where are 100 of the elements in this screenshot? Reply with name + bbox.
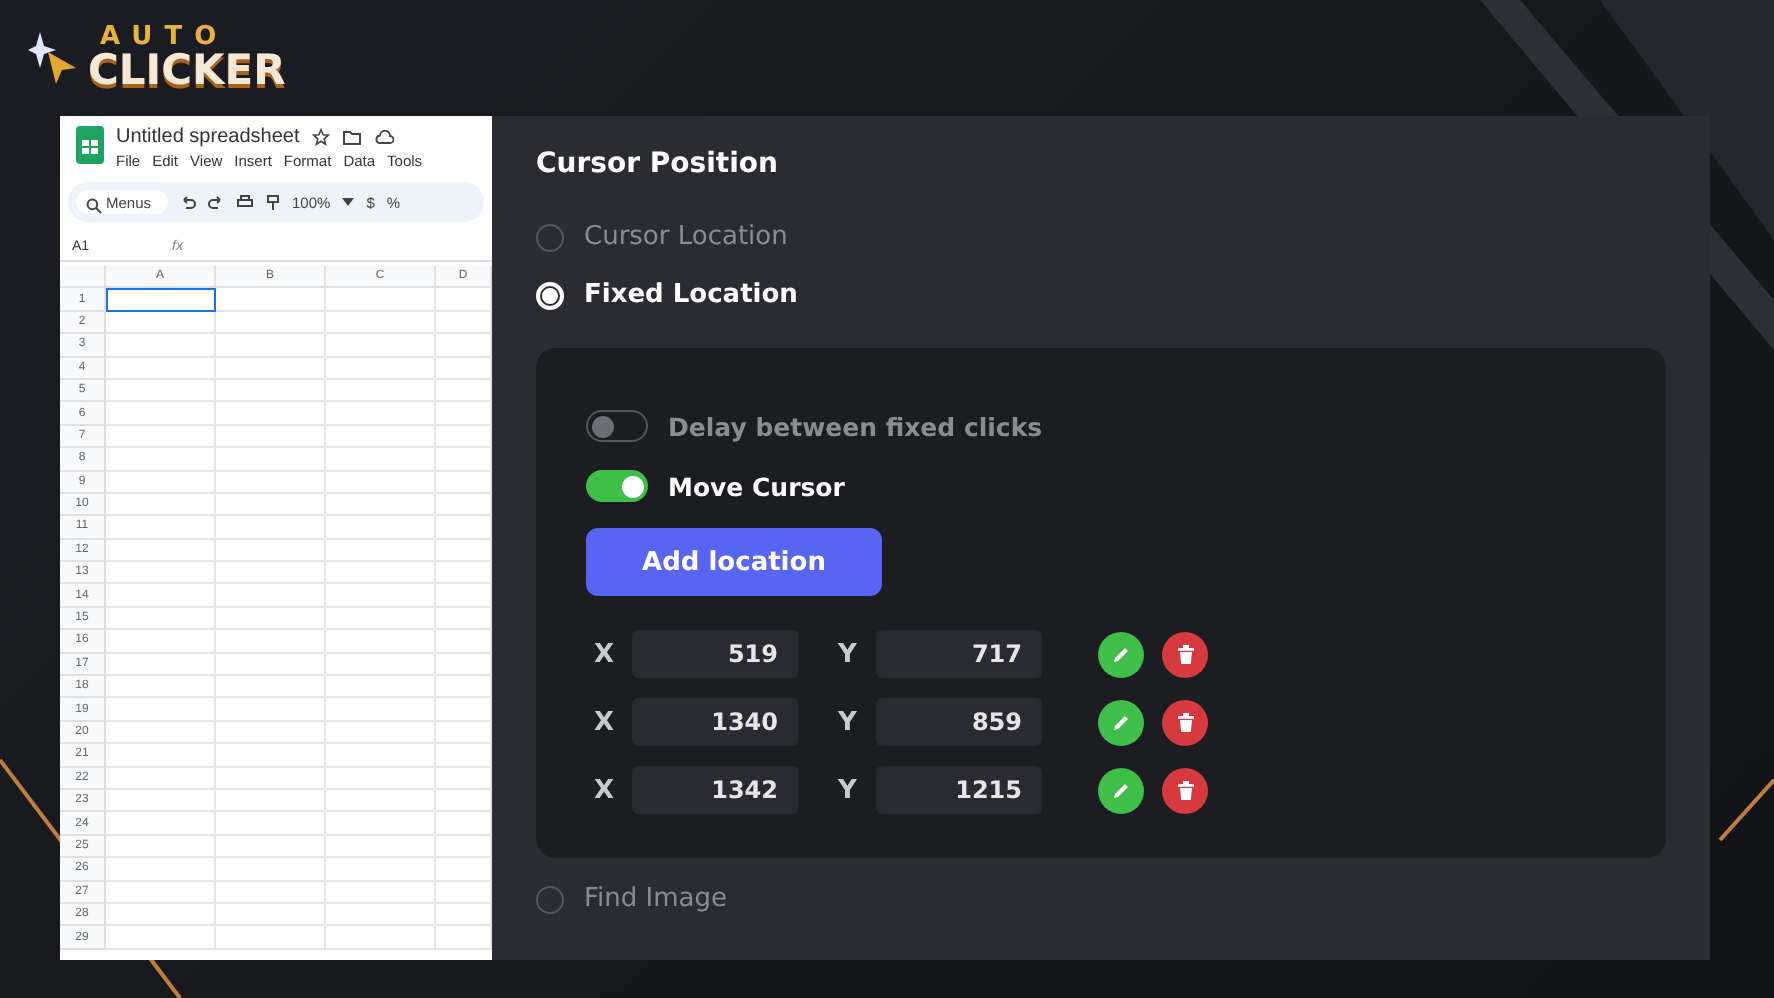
sheet-cell[interactable] xyxy=(106,539,216,563)
sheet-cell[interactable] xyxy=(326,448,436,472)
sheet-cell[interactable] xyxy=(216,630,326,654)
print-icon[interactable] xyxy=(236,194,254,210)
sheet-cell[interactable] xyxy=(216,607,326,631)
sheet-cell[interactable] xyxy=(106,858,216,882)
sheet-cell[interactable] xyxy=(326,789,436,813)
sheet-cell[interactable] xyxy=(216,721,326,745)
add-location-button[interactable]: Add location xyxy=(586,528,882,596)
sheet-cell[interactable] xyxy=(106,402,216,426)
sheet-cell[interactable] xyxy=(216,448,326,472)
sheet-cell[interactable] xyxy=(106,789,216,813)
sheet-cell[interactable] xyxy=(106,288,216,312)
sheet-cell[interactable] xyxy=(326,425,436,449)
sheet-cell[interactable] xyxy=(106,357,216,380)
sheet-cell[interactable] xyxy=(326,698,436,722)
sheet-cell[interactable] xyxy=(216,789,326,813)
folder-icon[interactable] xyxy=(341,129,362,145)
document-title[interactable]: Untitled spreadsheet xyxy=(116,126,300,148)
sheet-cell[interactable] xyxy=(106,607,216,631)
sheet-cell[interactable] xyxy=(216,744,326,768)
caret-icon[interactable] xyxy=(342,198,355,206)
sheet-cell[interactable] xyxy=(106,676,216,699)
sheet-cell[interactable] xyxy=(326,926,436,950)
toggle-switch[interactable] xyxy=(586,410,648,442)
sheet-cell[interactable] xyxy=(326,812,436,836)
sheet-cell[interactable] xyxy=(326,653,436,677)
sheet-cell[interactable] xyxy=(216,584,326,608)
sheet-cell[interactable] xyxy=(326,379,436,403)
sheet-cell[interactable] xyxy=(216,767,326,790)
sheet-cell[interactable] xyxy=(326,516,436,540)
sheet-cell[interactable] xyxy=(326,835,436,859)
delete-button[interactable] xyxy=(1162,767,1208,813)
sheet-cell[interactable] xyxy=(106,721,216,745)
radio-button[interactable] xyxy=(536,223,564,251)
sheet-cell[interactable] xyxy=(326,471,436,494)
sheet-cell[interactable] xyxy=(106,835,216,859)
sheet-cell[interactable] xyxy=(326,334,436,358)
sheet-cell[interactable] xyxy=(106,881,216,904)
sheet-cell[interactable] xyxy=(326,676,436,699)
sheet-cell[interactable] xyxy=(326,721,436,745)
sheet-cell[interactable] xyxy=(326,402,436,426)
sheet-cell[interactable] xyxy=(216,562,326,585)
edit-button[interactable] xyxy=(1098,767,1144,813)
sheet-cell[interactable] xyxy=(216,379,326,403)
sheet-cell[interactable] xyxy=(106,630,216,654)
sheet-cell[interactable] xyxy=(326,288,436,312)
sheet-cell[interactable] xyxy=(106,334,216,358)
sheet-cell[interactable] xyxy=(326,744,436,768)
sheet-cell[interactable] xyxy=(216,539,326,563)
radio-option[interactable]: Find Image xyxy=(536,870,1666,928)
sheet-cell[interactable] xyxy=(106,516,216,540)
sheet-cell[interactable] xyxy=(326,767,436,790)
sheet-cell[interactable] xyxy=(216,425,326,449)
sheet-cell[interactable] xyxy=(326,311,436,335)
paint-roller-icon[interactable] xyxy=(266,193,280,211)
sheet-cell[interactable] xyxy=(216,835,326,859)
sheet-cell[interactable] xyxy=(216,516,326,540)
sheet-cell[interactable] xyxy=(326,584,436,608)
sheet-cell[interactable] xyxy=(216,402,326,426)
sheet-cell[interactable] xyxy=(106,425,216,449)
delete-button[interactable] xyxy=(1162,699,1208,745)
coordinate-field[interactable]: 717 xyxy=(876,630,1042,678)
sheet-cell[interactable] xyxy=(216,334,326,358)
sheet-cell[interactable] xyxy=(216,493,326,517)
sheet-cell[interactable] xyxy=(216,926,326,950)
sheet-cell[interactable] xyxy=(326,539,436,563)
sheet-cell[interactable] xyxy=(326,858,436,882)
coordinate-field[interactable]: 1215 xyxy=(876,766,1042,814)
sheet-cell[interactable] xyxy=(106,379,216,403)
sheet-cell[interactable] xyxy=(216,288,326,312)
sheet-cell[interactable] xyxy=(216,357,326,380)
sheet-cell[interactable] xyxy=(106,562,216,585)
sheet-cell[interactable] xyxy=(106,448,216,472)
sheet-cell[interactable] xyxy=(106,812,216,836)
coordinate-field[interactable]: 1340 xyxy=(632,698,798,746)
star-icon[interactable] xyxy=(311,128,330,146)
edit-button[interactable] xyxy=(1098,631,1144,677)
coordinate-field[interactable]: 519 xyxy=(632,630,798,678)
radio-button[interactable] xyxy=(536,885,564,913)
sheet-cell[interactable] xyxy=(106,311,216,335)
sheet-cell[interactable] xyxy=(216,471,326,494)
sheet-cell[interactable] xyxy=(326,562,436,585)
delete-button[interactable] xyxy=(1162,631,1208,677)
radio-option[interactable]: Cursor Location xyxy=(536,208,1666,266)
sheet-cell[interactable] xyxy=(216,698,326,722)
sheet-cell[interactable] xyxy=(106,698,216,722)
sheet-cell[interactable] xyxy=(216,812,326,836)
sheet-cell[interactable] xyxy=(106,584,216,608)
undo-icon[interactable] xyxy=(180,194,196,210)
sheet-cell[interactable] xyxy=(106,493,216,517)
sheet-cell[interactable] xyxy=(326,630,436,654)
sheet-cell[interactable] xyxy=(106,653,216,677)
sheet-cell[interactable] xyxy=(106,744,216,768)
sheet-cell[interactable] xyxy=(106,767,216,790)
toggle-switch[interactable] xyxy=(586,470,648,502)
sheet-cell[interactable] xyxy=(326,903,436,927)
sheet-cell[interactable] xyxy=(106,903,216,927)
sheet-cell[interactable] xyxy=(216,858,326,882)
redo-icon[interactable] xyxy=(208,194,224,210)
